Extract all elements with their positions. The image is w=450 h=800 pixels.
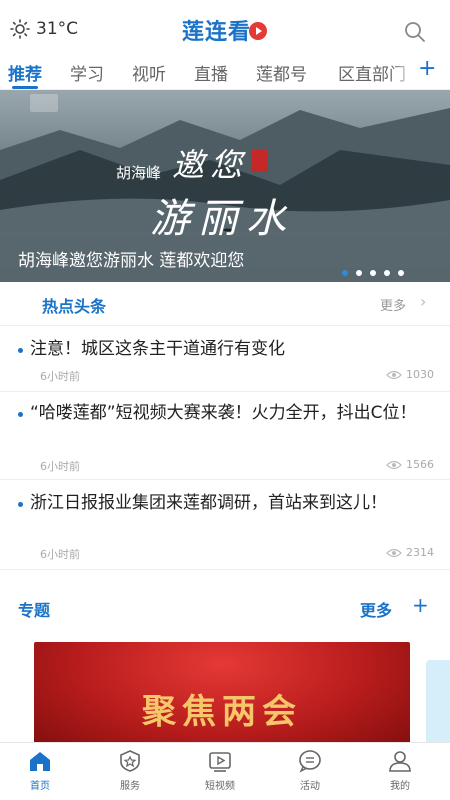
logo-text: 莲连看 — [182, 20, 252, 45]
red-seal-icon — [252, 150, 268, 172]
bullet-icon — [18, 502, 23, 507]
nav-service[interactable]: 服务 — [100, 749, 160, 792]
banner-caption: 胡海峰邀您游丽水 莲都欢迎您 — [18, 251, 245, 271]
topics-header: 专题 更多 + — [0, 590, 450, 626]
news-item[interactable]: 浙江日报报业集团来莲都调研，首站来到这儿！ 6小时前 2314 — [0, 480, 450, 570]
nav-short-video[interactable]: 短视频 — [190, 749, 250, 792]
section-title: 专题 — [18, 601, 51, 620]
news-time: 6小时前 — [40, 370, 80, 383]
tab-recommend[interactable]: 推荐 — [8, 60, 42, 85]
nav-activity[interactable]: 活动 — [280, 749, 340, 792]
carousel-dot[interactable] — [370, 270, 376, 276]
active-tab-indicator — [12, 86, 38, 89]
banner-calligraphy-line1: 邀您 — [172, 146, 249, 184]
plus-icon[interactable]: + — [412, 593, 429, 617]
banner-carousel[interactable]: 胡海峰 邀您 游丽水 胡海峰邀您游丽水 莲都欢迎您 — [0, 90, 450, 282]
eye-icon — [386, 548, 402, 557]
carousel-indicators — [342, 270, 404, 276]
topic-card[interactable]: 聚焦两会 — [34, 642, 410, 752]
view-count-text: 1566 — [406, 458, 434, 471]
tab-av[interactable]: 视听 — [132, 60, 166, 85]
nav-label: 短视频 — [205, 781, 235, 792]
carousel-dot[interactable] — [342, 270, 348, 276]
service-badge-icon — [120, 750, 140, 772]
hot-headlines-header: 热点头条 更多 › — [0, 282, 450, 326]
news-title[interactable]: 注意！城区这条主干道通行有变化 — [30, 336, 436, 363]
eye-icon — [386, 460, 402, 469]
tab-fade-overlay — [390, 54, 416, 89]
nav-home[interactable]: 首页 — [10, 749, 70, 792]
news-item[interactable]: “哈喽莲都”短视频大赛来袭！火力全开，抖出C位！ 6小时前 1566 — [0, 392, 450, 480]
view-count: 1030 — [386, 368, 434, 381]
banner-calligraphy-line2: 游丽水 — [150, 196, 294, 242]
topic-card-title: 聚焦两会 — [142, 692, 302, 732]
banner-logo-badge — [30, 94, 58, 112]
video-play-icon — [209, 752, 231, 772]
add-channel-button[interactable]: + — [418, 56, 436, 81]
channel-tabs: 推荐 学习 视听 直播 莲都号 区直部门 + — [0, 54, 450, 90]
eye-icon — [386, 370, 402, 379]
app-logo: 莲连看 — [182, 14, 268, 46]
news-title[interactable]: “哈喽莲都”短视频大赛来袭！火力全开，抖出C位！ — [30, 400, 436, 427]
chat-bubble-icon — [299, 750, 321, 773]
temperature-text: 31°C — [36, 19, 79, 39]
news-title[interactable]: 浙江日报报业集团来莲都调研，首站来到这儿！ — [30, 490, 436, 517]
nav-profile[interactable]: 我的 — [370, 749, 430, 792]
view-count: 2314 — [386, 546, 434, 559]
bottom-navigation: 首页 服务 短视频 活动 我的 — [0, 742, 450, 800]
more-link[interactable]: 更多 — [380, 295, 406, 314]
view-count-text: 2314 — [406, 546, 434, 559]
nav-label: 活动 — [300, 781, 320, 792]
logo-play-icon — [249, 22, 268, 40]
chevron-right-icon[interactable]: › — [420, 292, 426, 311]
news-item[interactable]: 注意！城区这条主干道通行有变化 6小时前 1030 — [0, 326, 450, 392]
carousel-dot[interactable] — [356, 270, 362, 276]
bullet-icon — [18, 412, 23, 417]
nav-label: 首页 — [30, 781, 50, 792]
home-icon — [30, 752, 50, 771]
more-link[interactable]: 更多 — [360, 597, 392, 621]
app-header: 31°C 莲连看 — [0, 0, 450, 54]
user-icon — [389, 751, 411, 772]
nav-label: 我的 — [390, 781, 410, 792]
tab-liandu-hao[interactable]: 莲都号 — [256, 60, 307, 85]
carousel-dot[interactable] — [398, 270, 404, 276]
carousel-dot[interactable] — [384, 270, 390, 276]
news-time: 6小时前 — [40, 460, 80, 473]
sun-icon — [10, 19, 30, 39]
search-icon[interactable] — [404, 21, 426, 43]
banner-calligraphy-small: 胡海峰 — [116, 164, 162, 182]
tab-live[interactable]: 直播 — [194, 60, 228, 85]
bullet-icon — [18, 348, 23, 353]
view-count: 1566 — [386, 458, 434, 471]
view-count-text: 1030 — [406, 368, 434, 381]
next-topic-card[interactable] — [426, 660, 450, 750]
section-title: 热点头条 — [42, 297, 107, 316]
weather-widget[interactable]: 31°C — [10, 19, 78, 39]
nav-label: 服务 — [120, 781, 140, 792]
tab-study[interactable]: 学习 — [70, 60, 104, 85]
news-time: 6小时前 — [40, 548, 80, 561]
